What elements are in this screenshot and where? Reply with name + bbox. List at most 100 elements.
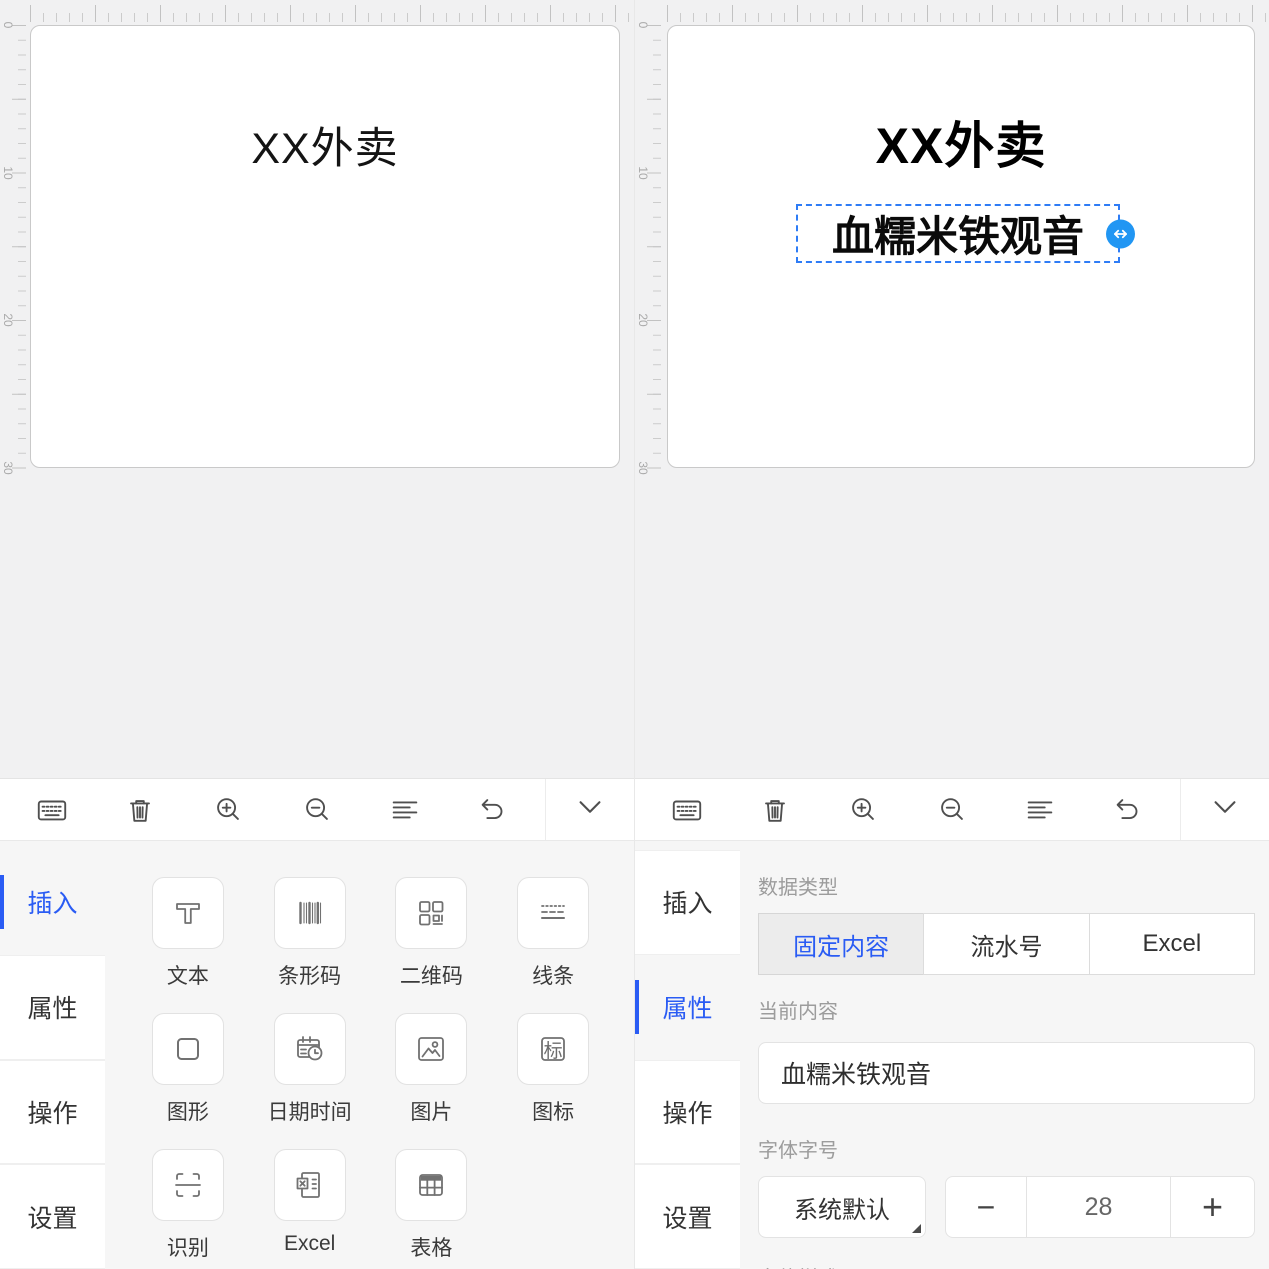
insert-item-shape[interactable]: 图形 (127, 1013, 249, 1126)
data-type-option-fixed[interactable]: 固定内容 (758, 913, 924, 975)
tab-label: 设置 (27, 1199, 77, 1235)
align-left-icon[interactable] (1018, 788, 1062, 832)
vertical-ruler: 0 10 20 30 (637, 25, 661, 469)
insert-item-label: Excel (284, 1232, 335, 1256)
datetime-icon (274, 1013, 346, 1085)
resize-handle[interactable] (1106, 219, 1135, 248)
workspace: 0 10 20 30 XX外卖 (0, 0, 634, 778)
table-icon (395, 1149, 467, 1221)
data-type-option-excel[interactable]: Excel (1089, 913, 1255, 975)
toolbar-main (635, 779, 1180, 840)
vertical-ruler: 0 10 20 30 (2, 25, 26, 469)
ruler-label: 20 (636, 309, 650, 331)
panel-tabs: 插入 属性 操作 设置 (635, 841, 740, 1269)
insert-item-label: 表格 (410, 1232, 452, 1262)
ruler-label: 30 (636, 457, 650, 479)
icon-glyph: 标 (518, 1014, 588, 1084)
insert-item-barcode[interactable]: 条形码 (249, 877, 371, 990)
keyboard-icon[interactable] (30, 788, 74, 832)
insert-item-label: 文本 (167, 960, 209, 990)
canvas-text-element[interactable]: XX外卖 (31, 114, 619, 176)
insert-item-text[interactable]: 文本 (127, 877, 249, 990)
insert-item-datetime[interactable]: 日期时间 (249, 1013, 371, 1126)
insert-item-image[interactable]: 图片 (371, 1013, 493, 1126)
collapse-panel-button[interactable] (1180, 779, 1269, 840)
canvas-text-element[interactable]: XX外卖 (668, 106, 1254, 178)
selected-text-element[interactable]: 血糯米铁观音 (796, 204, 1120, 263)
insert-item-label: 条形码 (278, 960, 341, 990)
zoom-in-icon[interactable] (206, 788, 250, 832)
data-type-option-serial[interactable]: 流水号 (923, 913, 1089, 975)
font-size-section-label: 字体字号 (758, 1134, 1253, 1163)
barcode-icon (274, 877, 346, 949)
shape-icon (152, 1013, 224, 1085)
zoom-out-icon[interactable] (295, 788, 339, 832)
insert-item-recognize[interactable]: 识别 (127, 1149, 249, 1262)
text-properties-form: 数据类型 固定内容 流水号 Excel 当前内容 血糯米铁观音 字体字号 系统默… (740, 841, 1269, 1269)
tab-label: 操作 (662, 1094, 712, 1130)
label-canvas[interactable]: XX外卖 (30, 25, 620, 468)
insert-item-qrcode[interactable]: 二维码 (371, 877, 493, 990)
tab-operations[interactable]: 操作 (0, 1060, 105, 1165)
undo-icon[interactable] (471, 788, 515, 832)
font-size-increase-button[interactable]: + (1170, 1176, 1255, 1238)
insert-item-label: 识别 (167, 1232, 209, 1262)
insert-item-line[interactable]: 线条 (492, 877, 614, 990)
chevron-down-icon (1207, 790, 1243, 829)
insert-grid: 文本 条形码 二维码 (105, 841, 634, 1262)
chevron-down-icon (572, 790, 608, 829)
current-content-label: 当前内容 (758, 995, 1253, 1024)
zoom-in-icon[interactable] (841, 788, 885, 832)
font-family-dropdown[interactable]: 系统默认 (758, 1176, 926, 1238)
insert-item-label: 图标 (532, 1096, 574, 1126)
tab-properties[interactable]: 属性 (635, 955, 740, 1060)
insert-item-label: 线条 (532, 960, 574, 990)
align-left-icon[interactable] (383, 788, 427, 832)
scan-icon (152, 1149, 224, 1221)
ruler-label: 20 (1, 309, 15, 331)
tab-insert[interactable]: 插入 (0, 850, 105, 955)
insert-item-icon[interactable]: 标 图标 (492, 1013, 614, 1126)
text-icon (152, 877, 224, 949)
tab-settings[interactable]: 设置 (635, 1164, 740, 1269)
undo-icon[interactable] (1106, 788, 1150, 832)
horizontal-ruler (30, 0, 634, 22)
qrcode-icon (395, 877, 467, 949)
label-canvas[interactable]: XX外卖 血糯米铁观音 (667, 25, 1255, 468)
tab-settings[interactable]: 设置 (0, 1164, 105, 1269)
canvas-toolbar (635, 778, 1269, 841)
insert-panel-content: 文本 条形码 二维码 (105, 841, 634, 1269)
data-type-label: 数据类型 (758, 871, 1253, 900)
canvas-toolbar (0, 778, 634, 841)
tab-label: 属性 (27, 989, 77, 1025)
trash-icon[interactable] (753, 788, 797, 832)
panel-tabs: 插入 属性 操作 设置 (0, 841, 105, 1269)
font-size-decrease-button[interactable]: − (945, 1176, 1027, 1238)
insert-item-table[interactable]: 表格 (371, 1149, 493, 1262)
image-icon (395, 1013, 467, 1085)
tab-label: 插入 (27, 884, 77, 920)
font-size-value: 28 (1026, 1176, 1171, 1238)
workspace: 0 10 20 30 XX外卖 血糯米铁观音 (635, 0, 1269, 778)
collapse-panel-button[interactable] (545, 779, 634, 840)
icon-badge-icon: 标 (517, 1013, 589, 1085)
bottom-panel: 插入 属性 操作 设置 文本 (0, 841, 634, 1269)
current-content-input[interactable]: 血糯米铁观音 (758, 1042, 1255, 1104)
toolbar-main (0, 779, 545, 840)
label-editor-app: 0 10 20 30 XX外卖 (0, 0, 1269, 1269)
insert-item-excel[interactable]: Excel (249, 1149, 371, 1262)
tab-insert[interactable]: 插入 (635, 850, 740, 955)
keyboard-icon[interactable] (665, 788, 709, 832)
tab-operations[interactable]: 操作 (635, 1060, 740, 1165)
tab-label: 操作 (27, 1094, 77, 1130)
zoom-out-icon[interactable] (930, 788, 974, 832)
tab-properties[interactable]: 属性 (0, 955, 105, 1060)
trash-icon[interactable] (118, 788, 162, 832)
horizontal-arrows-icon (1111, 227, 1130, 240)
ruler-label: 10 (636, 162, 650, 184)
excel-icon (274, 1149, 346, 1221)
font-size-stepper: − 28 + (945, 1176, 1255, 1238)
line-icon (517, 877, 589, 949)
horizontal-ruler (667, 0, 1269, 22)
insert-item-label: 图形 (167, 1096, 209, 1126)
